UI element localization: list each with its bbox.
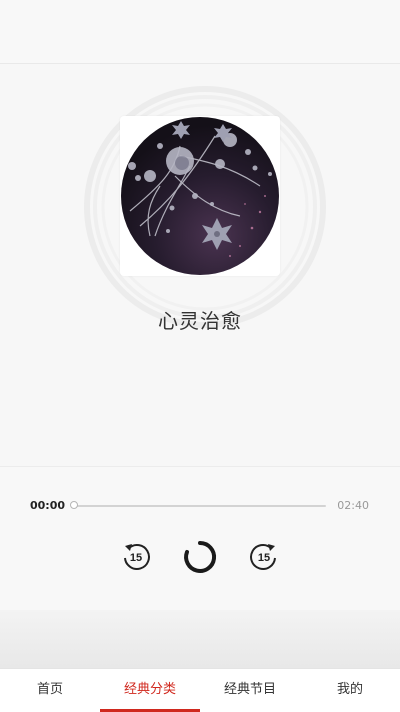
tab-classic-categories[interactable]: 经典分类 (100, 669, 200, 712)
forward-15-icon: 15 (250, 543, 276, 570)
progress-track[interactable] (74, 505, 326, 507)
bottom-tab-bar: 首页 经典分类 经典节目 我的 (0, 668, 400, 712)
flower-artwork-icon (121, 117, 279, 275)
tab-label: 我的 (336, 682, 363, 697)
play-loading-button[interactable] (180, 537, 220, 577)
tab-label: 经典节目 (223, 682, 276, 697)
loading-spinner-icon (184, 540, 217, 573)
svg-text:15: 15 (130, 552, 142, 564)
album-title: 心灵治愈 (158, 309, 242, 333)
total-time: 02:40 (337, 499, 369, 512)
rewind-15-button[interactable]: 15 (116, 537, 156, 577)
progress-thumb[interactable] (70, 501, 78, 509)
tab-label: 首页 (36, 682, 63, 697)
current-time: 00:00 (30, 499, 66, 512)
tab-label: 经典分类 (123, 682, 176, 697)
top-bar (0, 0, 400, 64)
footer-band (0, 610, 400, 668)
svg-text:15: 15 (258, 552, 270, 564)
tab-home[interactable]: 首页 (0, 669, 100, 712)
album-cover[interactable] (120, 116, 280, 276)
rewind-15-icon: 15 (124, 543, 150, 570)
forward-15-button[interactable]: 15 (244, 537, 284, 577)
tab-mine[interactable]: 我的 (300, 669, 400, 712)
tab-classic-programs[interactable]: 经典节目 (200, 669, 300, 712)
